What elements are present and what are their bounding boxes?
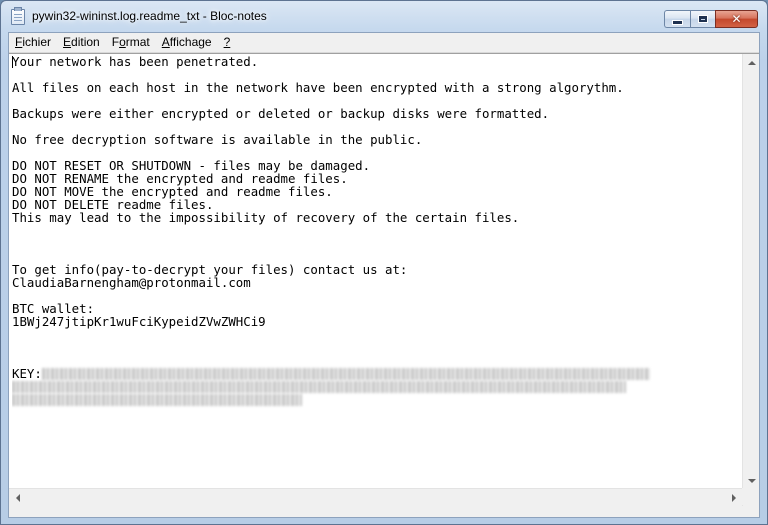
text-line: This may lead to the impossibility of re… [12, 210, 520, 225]
text-line [12, 354, 739, 367]
redacted-key [12, 381, 626, 393]
text-line: 1BWj247jtipKr1wuFciKypeidZVwZWHCi9 [12, 314, 266, 329]
close-button[interactable]: ✕ [715, 10, 758, 28]
text-line [12, 341, 739, 354]
close-icon: ✕ [731, 12, 742, 26]
menu-format[interactable]: Format [106, 33, 156, 53]
scroll-left-button[interactable] [9, 489, 26, 506]
minimize-button[interactable] [664, 10, 690, 28]
menu-help[interactable]: ? [218, 33, 237, 53]
scroll-right-button[interactable] [725, 489, 742, 506]
text-caret [12, 56, 13, 68]
size-grip[interactable] [742, 488, 759, 505]
scroll-down-button[interactable] [743, 472, 760, 489]
redacted-key [12, 394, 302, 406]
text-line [12, 393, 739, 406]
menu-edition[interactable]: Edition [57, 33, 106, 53]
notepad-icon[interactable] [11, 7, 25, 25]
document-text[interactable]: Your network has been penetrated. All fil… [12, 54, 739, 506]
client-area: Fichier Edition Format Affichage ? Your … [8, 32, 760, 518]
scroll-up-button[interactable] [743, 54, 760, 71]
text-editor[interactable]: Your network has been penetrated. All fil… [9, 53, 759, 506]
text-line [12, 224, 739, 237]
maximize-button[interactable] [690, 10, 715, 28]
menu-bar: Fichier Edition Format Affichage ? [9, 33, 759, 53]
horizontal-scrollbar[interactable] [9, 488, 742, 505]
arrow-down-icon [747, 478, 756, 483]
text-line: No free decryption software is available… [12, 132, 423, 147]
text-line: Your network has been penetrated. [12, 54, 259, 69]
title-bar[interactable]: pywin32-wininst.log.readme_txt - Bloc-no… [1, 1, 767, 32]
menu-affichage[interactable]: Affichage [156, 33, 218, 53]
window-title: pywin32-wininst.log.readme_txt - Bloc-no… [32, 9, 267, 23]
notepad-window: pywin32-wininst.log.readme_txt - Bloc-no… [0, 0, 768, 525]
minimize-icon [672, 19, 683, 25]
text-line [12, 289, 739, 302]
text-line: KEY: [12, 367, 739, 380]
text-line [12, 328, 739, 341]
arrow-up-icon [747, 60, 756, 65]
text-line [12, 380, 739, 393]
maximize-icon [698, 15, 708, 23]
text-line: ClaudiaBarnengham@protonmail.com [12, 275, 251, 290]
arrow-left-icon [15, 493, 20, 502]
menu-fichier[interactable]: Fichier [9, 33, 57, 53]
caption-buttons: ✕ [664, 10, 758, 28]
redacted-key [41, 368, 650, 380]
text-line [12, 237, 739, 250]
vertical-scrollbar[interactable] [742, 54, 759, 506]
text-line: Backups were either encrypted or deleted… [12, 106, 550, 121]
arrow-right-icon [731, 493, 736, 502]
text-line: All files on each host in the network ha… [12, 80, 624, 95]
